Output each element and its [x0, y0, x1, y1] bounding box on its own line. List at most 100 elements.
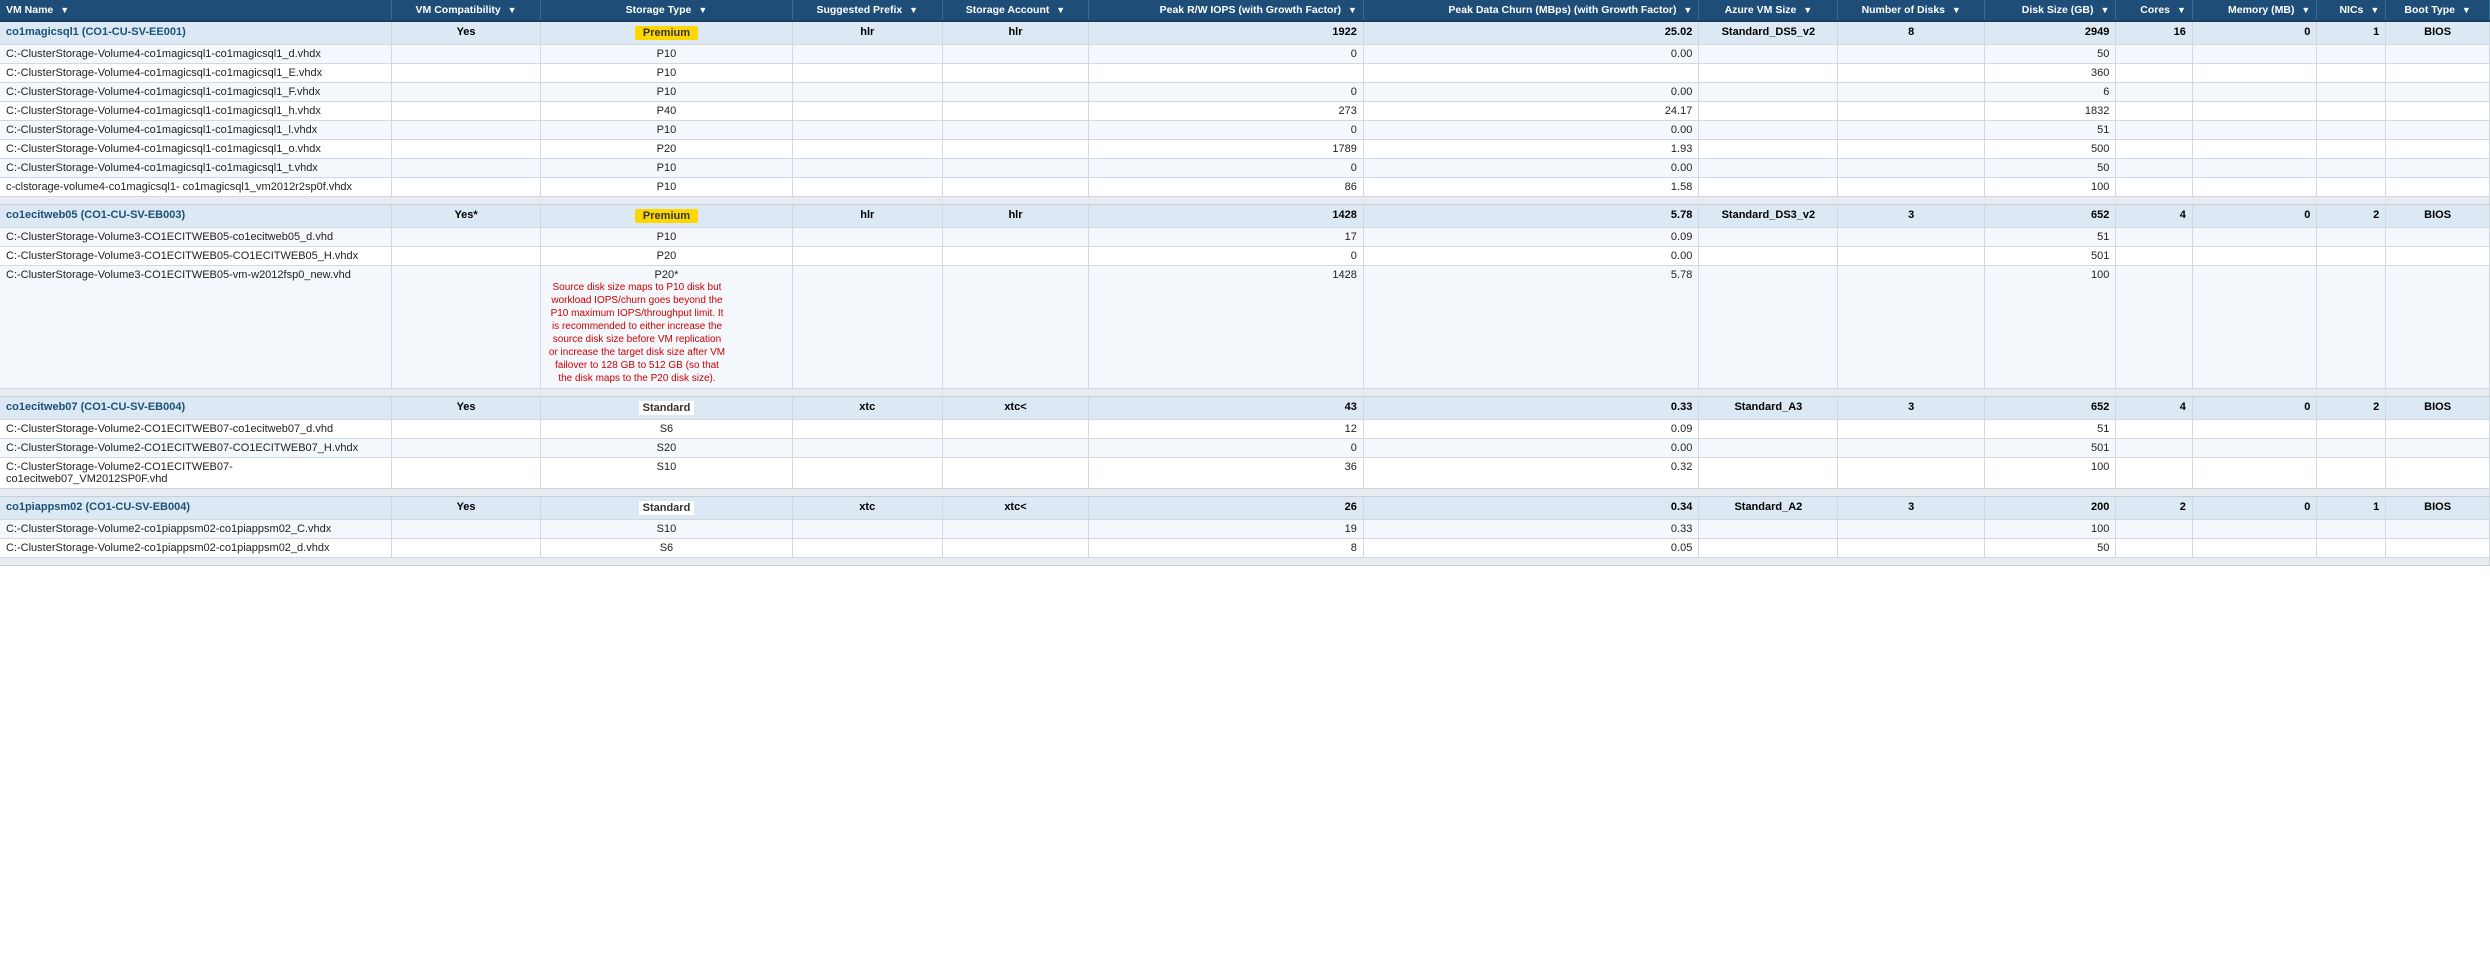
vm-memory-cell: 0 — [2192, 397, 2316, 420]
vm-disksize-cell: 200 — [1985, 497, 2116, 520]
header-account[interactable]: Storage Account ▼ — [942, 0, 1089, 21]
vm-disksize: 2949 — [2085, 26, 2109, 38]
disk-cores-cell — [2116, 140, 2193, 159]
header-numdisks[interactable]: Number of Disks ▼ — [1838, 0, 1985, 21]
disk-numdisks-cell — [1838, 458, 1985, 489]
disk-cores-cell — [2116, 458, 2193, 489]
header-churn[interactable]: Peak Data Churn (MBps) (with Growth Fact… — [1363, 0, 1698, 21]
disk-azurevm-cell — [1699, 121, 1838, 140]
header-vmname[interactable]: VM Name ▼ — [0, 0, 392, 21]
header-azurevm[interactable]: Azure VM Size ▼ — [1699, 0, 1838, 21]
disk-account-cell — [942, 64, 1089, 83]
sort-icon-disksize[interactable]: ▼ — [2100, 5, 2109, 15]
vm-prefix-cell: hlr — [792, 205, 942, 228]
header-prefix[interactable]: Suggested Prefix ▼ — [792, 0, 942, 21]
vm-cores: 16 — [2174, 26, 2186, 38]
sort-icon-numdisks[interactable]: ▼ — [1952, 5, 1961, 15]
disk-churn: 1.93 — [1671, 143, 1692, 155]
disk-storage-type: S10 — [657, 523, 677, 535]
header-storage[interactable]: Storage Type ▼ — [540, 0, 792, 21]
disk-boot-cell — [2386, 266, 2490, 389]
disk-row: C:-ClusterStorage-Volume3-CO1ECITWEB05-c… — [0, 228, 2490, 247]
vm-compat-cell: Yes — [392, 497, 541, 520]
sort-icon-account[interactable]: ▼ — [1056, 5, 1065, 15]
sort-icon-azurevm[interactable]: ▼ — [1803, 5, 1812, 15]
vm-prefix-cell: xtc — [792, 397, 942, 420]
disk-iops-cell: 1428 — [1089, 266, 1364, 389]
disk-compat-cell — [392, 266, 541, 389]
disk-nics-cell — [2317, 539, 2386, 558]
disk-name: C:-ClusterStorage-Volume4-co1magicsql1-c… — [6, 143, 321, 155]
disk-azurevm-cell — [1699, 178, 1838, 197]
sort-icon-iops[interactable]: ▼ — [1348, 5, 1357, 15]
disk-storage-cell: P10 — [540, 83, 792, 102]
disk-name: C:-ClusterStorage-Volume2-CO1ECITWEB07-C… — [6, 442, 358, 454]
disk-numdisks-cell — [1838, 439, 1985, 458]
sort-icon-churn[interactable]: ▼ — [1683, 5, 1692, 15]
disk-numdisks-cell — [1838, 83, 1985, 102]
disk-memory-cell — [2192, 64, 2316, 83]
sort-icon-nics[interactable]: ▼ — [2370, 5, 2379, 15]
disk-boot-cell — [2386, 45, 2490, 64]
vm-prefix-cell: hlr — [792, 21, 942, 45]
disk-prefix-cell — [792, 520, 942, 539]
disk-name: C:-ClusterStorage-Volume2-co1piappsm02-c… — [6, 523, 331, 535]
disk-name: C:-ClusterStorage-Volume2-CO1ECITWEB07-c… — [6, 423, 333, 435]
vm-prefix-cell: xtc — [792, 497, 942, 520]
disk-numdisks-cell — [1838, 266, 1985, 389]
header-compat[interactable]: VM Compatibility ▼ — [392, 0, 541, 21]
disk-storage-type: S20 — [657, 442, 677, 454]
sort-icon-vmname[interactable]: ▼ — [60, 5, 69, 15]
header-memory[interactable]: Memory (MB) ▼ — [2192, 0, 2316, 21]
vm-account-cell: xtc< — [942, 397, 1089, 420]
disk-memory-cell — [2192, 266, 2316, 389]
disk-storage-cell: S6 — [540, 539, 792, 558]
header-cores[interactable]: Cores ▼ — [2116, 0, 2193, 21]
disk-iops-cell: 0 — [1089, 247, 1364, 266]
disk-boot-cell — [2386, 102, 2490, 121]
disk-boot-cell — [2386, 178, 2490, 197]
disk-memory-cell — [2192, 439, 2316, 458]
vm-churn-cell: 0.34 — [1363, 497, 1698, 520]
disk-numdisks-cell — [1838, 520, 1985, 539]
disk-azurevm-cell — [1699, 266, 1838, 389]
sort-icon-prefix[interactable]: ▼ — [909, 5, 918, 15]
disk-name-cell: C:-ClusterStorage-Volume4-co1magicsql1-c… — [0, 45, 392, 64]
disk-storage-type: S6 — [660, 423, 673, 435]
vm-row: co1ecitweb07 (CO1-CU-SV-EB004) Yes Stand… — [0, 397, 2490, 420]
vm-memory-cell: 0 — [2192, 497, 2316, 520]
disk-prefix-cell — [792, 539, 942, 558]
disk-storage-cell: S10 — [540, 520, 792, 539]
disk-prefix-cell — [792, 140, 942, 159]
vm-memory: 0 — [2304, 401, 2310, 413]
vm-azurevm: Standard_A3 — [1734, 401, 1802, 413]
header-boot[interactable]: Boot Type ▼ — [2386, 0, 2490, 21]
sort-icon-memory[interactable]: ▼ — [2301, 5, 2310, 15]
sort-icon-compat[interactable]: ▼ — [508, 5, 517, 15]
disk-numdisks-cell — [1838, 140, 1985, 159]
vm-iops: 1428 — [1332, 209, 1356, 221]
disk-churn: 0.00 — [1671, 162, 1692, 174]
disk-disksize-cell: 360 — [1985, 64, 2116, 83]
disk-prefix-cell — [792, 458, 942, 489]
storage-type-badge: Premium — [635, 209, 698, 223]
disk-churn-cell — [1363, 64, 1698, 83]
sort-icon-boot[interactable]: ▼ — [2462, 5, 2471, 15]
sort-icon-storage[interactable]: ▼ — [698, 5, 707, 15]
disk-row: C:-ClusterStorage-Volume4-co1magicsql1-c… — [0, 64, 2490, 83]
header-disksize[interactable]: Disk Size (GB) ▼ — [1985, 0, 2116, 21]
sort-icon-cores[interactable]: ▼ — [2177, 5, 2186, 15]
header-nics[interactable]: NICs ▼ — [2317, 0, 2386, 21]
disk-account-cell — [942, 420, 1089, 439]
vm-memory: 0 — [2304, 26, 2310, 38]
disk-iops: 0 — [1351, 442, 1357, 454]
vm-numdisks-cell: 3 — [1838, 497, 1985, 520]
vm-cores-cell: 4 — [2116, 205, 2193, 228]
disk-storage-cell: P10 — [540, 178, 792, 197]
disk-azurevm-cell — [1699, 83, 1838, 102]
vm-compat-cell: Yes* — [392, 205, 541, 228]
header-iops[interactable]: Peak R/W IOPS (with Growth Factor) ▼ — [1089, 0, 1364, 21]
disk-iops-cell: 273 — [1089, 102, 1364, 121]
disk-boot-cell — [2386, 539, 2490, 558]
disk-compat-cell — [392, 520, 541, 539]
